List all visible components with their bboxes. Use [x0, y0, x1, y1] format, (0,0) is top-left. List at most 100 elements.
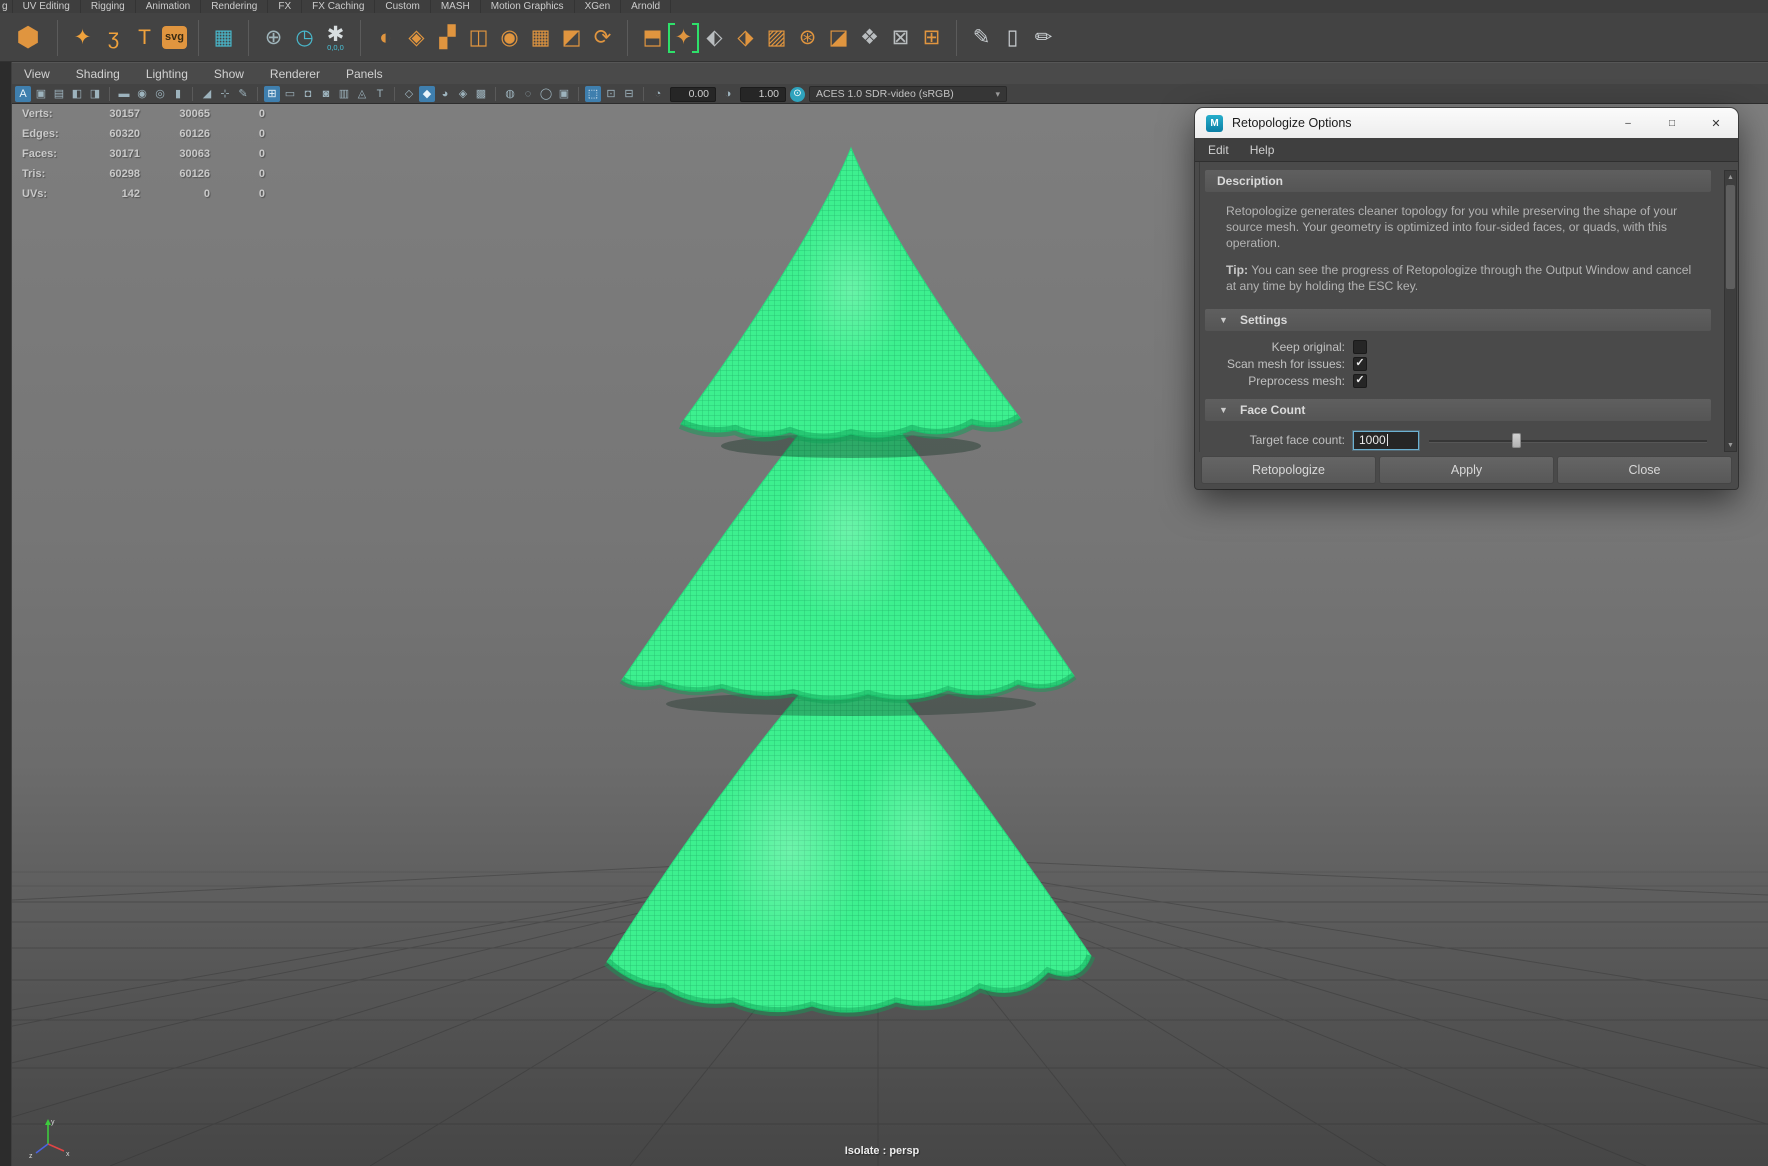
snap-to-origin-icon[interactable]: ✱ 0,0,0	[322, 23, 349, 53]
menu-view[interactable]: View	[24, 67, 50, 81]
cube-corner-icon[interactable]: ⬗	[732, 23, 759, 53]
boxed-target-icon[interactable]: ⊠	[887, 23, 914, 53]
points-icon[interactable]: ⊹	[217, 86, 233, 102]
edit-points-icon[interactable]: ▯	[999, 23, 1026, 53]
apply-button[interactable]: Apply	[1379, 456, 1554, 484]
node-grid-icon[interactable]: ▦	[210, 23, 237, 53]
shade-smooth-icon[interactable]: ◆	[419, 86, 435, 102]
spread-diamonds-icon[interactable]: ❖	[856, 23, 883, 53]
motion-blur-icon[interactable]: ◌	[520, 86, 536, 102]
gate-mask-icon[interactable]: ◙	[318, 86, 334, 102]
diamond-sphere-icon[interactable]: ◈	[403, 23, 430, 53]
shadows-icon[interactable]: ▩	[473, 86, 489, 102]
type-tool-icon[interactable]: T	[131, 23, 158, 53]
snapshot-icon[interactable]: ◎	[152, 86, 168, 102]
close-button[interactable]: Close	[1557, 456, 1732, 484]
keep-original-checkbox[interactable]	[1353, 339, 1367, 354]
shade-textured-icon[interactable]: ◕	[437, 86, 453, 102]
maximize-button[interactable]: □	[1650, 108, 1694, 138]
fill-grid-icon[interactable]: ▦	[527, 23, 554, 53]
multisample-icon[interactable]: ◯	[538, 86, 554, 102]
dialog-scrollbar[interactable]: ▲ ▼	[1724, 170, 1737, 452]
flow-diamonds-icon[interactable]: ⬖	[701, 23, 728, 53]
joints-xray-icon[interactable]: ⊟	[621, 86, 637, 102]
shade-wireframe-icon[interactable]: ◇	[401, 86, 417, 102]
select-camera-icon[interactable]: A	[15, 86, 31, 102]
occlusion-icon[interactable]: ◍	[502, 86, 518, 102]
playblast-icon[interactable]: ◉	[134, 86, 150, 102]
wheel-sphere-icon[interactable]: ⊛	[794, 23, 821, 53]
shelf-tab-rendering[interactable]: Rendering	[201, 0, 269, 13]
menu-renderer[interactable]: Renderer	[270, 67, 320, 81]
sphere-grid-icon[interactable]: ⊞	[918, 23, 945, 53]
menu-shading[interactable]: Shading	[76, 67, 120, 81]
settings-section-header[interactable]: ▼ Settings	[1205, 309, 1711, 331]
sculpt-pencil-icon[interactable]: ✎	[235, 86, 251, 102]
lock-camera-icon[interactable]: ▣	[33, 86, 49, 102]
rotate-components-icon[interactable]: ⟳	[589, 23, 616, 53]
scrollbar-thumb[interactable]	[1726, 185, 1735, 289]
flip-normals-icon[interactable]: ◩	[558, 23, 585, 53]
face-count-section-header[interactable]: ▼ Face Count	[1205, 399, 1711, 421]
use-all-lights-icon[interactable]: ◈	[455, 86, 471, 102]
quad-pencil-icon[interactable]: ✏	[1030, 23, 1057, 53]
resolution-gate-icon[interactable]: ◘	[300, 86, 316, 102]
field-chart-icon[interactable]: ▥	[336, 86, 352, 102]
time-options-icon[interactable]: ◷	[291, 23, 318, 53]
scroll-up-icon[interactable]: ▲	[1725, 171, 1736, 183]
scroll-down-icon[interactable]: ▼	[1725, 439, 1736, 451]
bookmark-icon[interactable]: ◧	[69, 86, 85, 102]
shelf-tab-arnold[interactable]: Arnold	[621, 0, 672, 13]
construction-aim-icon[interactable]: ⊕	[260, 23, 287, 53]
shelf-tab-fx[interactable]: FX	[268, 0, 303, 13]
menu-show[interactable]: Show	[214, 67, 244, 81]
shelf-tab-custom[interactable]: Custom	[375, 0, 431, 13]
pane-layout-icon[interactable]: ▮	[170, 86, 186, 102]
camera-attributes-icon[interactable]: ▤	[51, 86, 67, 102]
xray-icon[interactable]: ⊡	[603, 86, 619, 102]
target-face-count-input[interactable]: 1000	[1353, 430, 1419, 450]
exposure-icon[interactable]: ◔	[650, 86, 666, 102]
svg-tool-icon[interactable]: svg	[162, 26, 187, 49]
spiral-curve-icon[interactable]: ʒ	[100, 23, 127, 53]
color-management-icon[interactable]: ⊙	[790, 86, 805, 102]
maya-polygon-ball-icon[interactable]: ⬢	[10, 23, 46, 53]
sparkle-tool-icon[interactable]: ✦	[69, 23, 96, 53]
shelf-tab-fx-caching[interactable]: FX Caching	[302, 0, 376, 13]
wrap-sphere-icon[interactable]: ◉	[496, 23, 523, 53]
menu-lighting[interactable]: Lighting	[146, 67, 188, 81]
shelf-tab-xgen[interactable]: XGen	[575, 0, 622, 13]
gamma-field[interactable]: 1.00	[740, 86, 786, 102]
image-plane-icon[interactable]: ◨	[87, 86, 103, 102]
description-section-header[interactable]: Description	[1205, 170, 1711, 192]
preprocess-mesh-checkbox[interactable]: ✓	[1353, 373, 1367, 388]
menu-panels[interactable]: Panels	[346, 67, 383, 81]
depth-peeling-icon[interactable]: ▣	[556, 86, 572, 102]
shelf-tab-uv-editing[interactable]: UV Editing	[13, 0, 81, 13]
shelf-tab-animation[interactable]: Animation	[136, 0, 202, 13]
shelf-tab-motion-graphics[interactable]: Motion Graphics	[481, 0, 575, 13]
flip-page-icon[interactable]: ◪	[825, 23, 852, 53]
retopologize-button[interactable]: Retopologize	[1201, 456, 1376, 484]
shelf-tab-partial[interactable]: g	[0, 0, 13, 13]
minimize-button[interactable]: –	[1606, 108, 1650, 138]
retopologize-tool-icon[interactable]: ✦	[668, 22, 699, 53]
extrude-cube-icon[interactable]: ⬒	[639, 23, 666, 53]
dialog-menu-help[interactable]: Help	[1250, 143, 1275, 157]
grid-toggle-icon[interactable]: ⊞	[264, 86, 280, 102]
dialog-titlebar[interactable]: M Retopologize Options – □ ✕	[1195, 108, 1738, 138]
slider-handle[interactable]	[1511, 432, 1521, 448]
target-face-count-slider[interactable]	[1429, 431, 1709, 450]
close-icon[interactable]: ✕	[1694, 108, 1738, 138]
shelf-tab-mash[interactable]: MASH	[431, 0, 481, 13]
reduce-grid-icon[interactable]: ▨	[763, 23, 790, 53]
project-sphere-icon[interactable]: ◐	[372, 23, 399, 53]
isolate-select-icon[interactable]: ⬚	[585, 86, 601, 102]
layout-squares-icon[interactable]: ▞	[434, 23, 461, 53]
safe-action-icon[interactable]: ◬	[354, 86, 370, 102]
colorspace-dropdown[interactable]: ACES 1.0 SDR-video (sRGB) ▾	[809, 86, 1007, 102]
dialog-menu-edit[interactable]: Edit	[1208, 143, 1229, 157]
view-video-icon[interactable]: ▬	[116, 86, 132, 102]
gamma-icon[interactable]: ◑	[720, 86, 736, 102]
film-gate-icon[interactable]: ▭	[282, 86, 298, 102]
